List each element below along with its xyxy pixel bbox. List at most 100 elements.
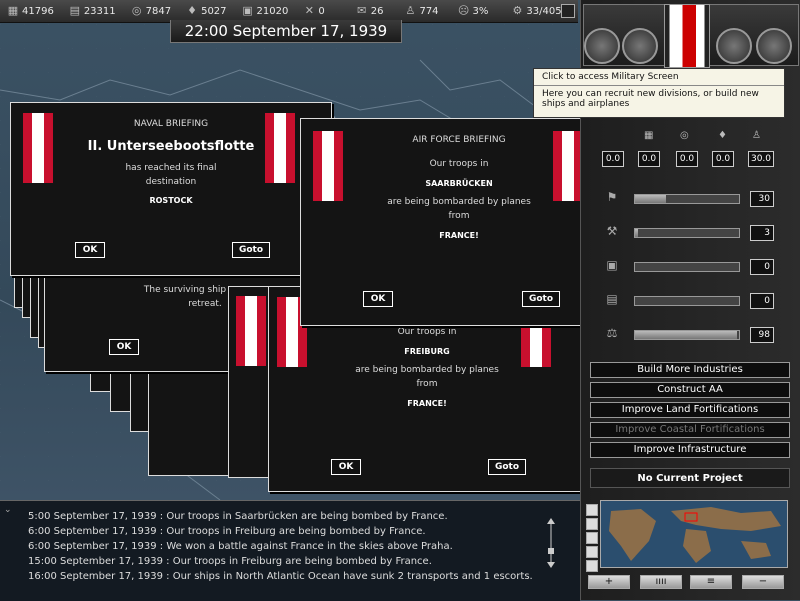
resource-steel: ▤ 23311 [69, 4, 116, 17]
stat-icon: ▦ [644, 130, 654, 141]
germany-flag-icon [236, 296, 266, 366]
consumer-goods-icon: ⚖ [606, 326, 618, 340]
goto-button[interactable]: Goto [488, 459, 526, 475]
resource-ic: ⚙ 33/405 [510, 4, 561, 18]
construct-aa-button[interactable]: Construct AA [590, 382, 790, 398]
popup-text: are being bombarded by planes [355, 365, 499, 375]
stat-field: 0.0 [712, 151, 734, 167]
map-filter-checkbox[interactable] [586, 532, 598, 544]
slider-production[interactable] [634, 296, 740, 306]
goto-button[interactable]: Goto [232, 242, 270, 258]
dissent-icon: ☹ [457, 4, 470, 17]
map-filter-checkbox[interactable] [586, 560, 598, 572]
production-icon: ▤ [606, 292, 618, 306]
slider-upgrades[interactable] [634, 194, 740, 204]
popup-text: from [416, 379, 438, 389]
log-line: 16:00 September 17, 1939 : Our ships in … [28, 571, 533, 582]
ok-button[interactable]: OK [363, 291, 393, 307]
event-log: ⌄ 5:00 September 17, 1939 : Our troops i… [0, 500, 580, 601]
money-icon: ✉ [357, 4, 367, 17]
military-screen-icon[interactable] [622, 28, 658, 64]
resource-supplies: ▣ 21020 [242, 4, 289, 17]
ic-icon: ⚙ [512, 4, 523, 17]
air-force-briefing-popup: AIR FORCE BRIEFING Our troops in SAARBRÜ… [300, 118, 618, 326]
log-line: 6:00 September 17, 1939 : Our troops in … [28, 526, 426, 537]
tooltip-title: Click to access Military Screen [534, 69, 784, 86]
minimap-continents [609, 507, 781, 563]
resource-money: ✉ 26 [355, 4, 383, 18]
map-filter-checkbox[interactable] [586, 518, 598, 530]
slider-consumer-goods[interactable] [634, 330, 740, 340]
popup-title: NAVAL BRIEFING [133, 119, 209, 129]
diplomacy-screen-icon[interactable] [584, 28, 620, 64]
rubber-icon: ◎ [131, 4, 142, 17]
map-filter-checkbox[interactable] [586, 504, 598, 516]
stat-field: 0.0 [676, 151, 698, 167]
transport-icon: ✕ [304, 4, 314, 17]
zoom-out-button[interactable]: − [742, 575, 784, 589]
ok-button[interactable]: OK [331, 459, 361, 475]
resource-manpower: ♙ 774 [403, 4, 439, 18]
build-industries-button[interactable]: Build More Industries [590, 362, 790, 378]
location-name: SAARBRÜCKEN [425, 179, 493, 188]
tooltip: Click to access Military Screen Here you… [533, 68, 785, 118]
minimap[interactable] [600, 500, 788, 568]
collapse-log-icon[interactable]: ⌄ [4, 505, 12, 515]
stat-icon: ◎ [680, 130, 689, 141]
resource-transport: ✕ 0 [302, 4, 325, 18]
popup-text: from [448, 211, 470, 221]
goto-button[interactable]: Goto [522, 291, 560, 307]
improve-infrastructure-button[interactable]: Improve Infrastructure [590, 442, 790, 458]
location-name: FREIBURG [404, 347, 450, 356]
popup-text: destination [145, 177, 197, 187]
steel-icon: ▤ [69, 4, 81, 17]
popup-title: AIR FORCE BRIEFING [412, 135, 506, 145]
oil-icon: ♦ [718, 130, 727, 141]
popup-text: has reached its final [125, 163, 217, 173]
slider-value: 98 [750, 327, 774, 343]
manpower-icon: ♙ [405, 4, 416, 17]
resource-dissent: ☹ 3% [457, 4, 489, 17]
clock-toggle-button[interactable] [561, 4, 575, 18]
popup-text: are being bombarded by planes [387, 197, 531, 207]
location-name: ROSTOCK [149, 196, 193, 205]
log-line: 5:00 September 17, 1939 : Our troops in … [28, 511, 448, 522]
game-clock: 22:00 September 17, 1939 [170, 20, 402, 43]
resource-coal: ▦ 41796 [7, 4, 54, 17]
slider-value: 30 [750, 191, 774, 207]
improve-coastal-fortifications-button[interactable]: Improve Coastal Fortifications [590, 422, 790, 438]
ok-button[interactable]: OK [75, 242, 105, 258]
stat-field: 30.0 [748, 151, 774, 167]
technology-screen-icon[interactable] [756, 28, 792, 64]
slider-supplies[interactable] [634, 262, 740, 272]
slider-value: 3 [750, 225, 774, 241]
supply-icon: ▣ [606, 258, 618, 272]
ok-button[interactable]: OK [109, 339, 139, 355]
manpower-icon: ♙ [752, 130, 761, 141]
slider-value: 0 [750, 293, 774, 309]
upgrade-icon: ⚑ [606, 190, 618, 204]
reinforce-icon: ⚒ [606, 224, 618, 238]
naval-briefing-popup: NAVAL BRIEFING II. Unterseebootsflotte h… [10, 102, 332, 276]
log-line: 15:00 September 17, 1939 : Our troops in… [28, 556, 432, 567]
oil-icon: ♦ [187, 4, 198, 17]
resource-rubber: ◎ 7847 [130, 4, 171, 18]
tooltip-body: Here you can recruit new divisions, or b… [542, 89, 759, 109]
improve-land-fortifications-button[interactable]: Improve Land Fortifications [590, 402, 790, 418]
zoom-in-button[interactable]: + [588, 575, 630, 589]
nation-flag-icon[interactable] [664, 4, 710, 68]
slider-value: 0 [750, 259, 774, 275]
log-scrollbar[interactable] [546, 518, 556, 568]
current-project-status: No Current Project [590, 468, 790, 488]
slider-fill [635, 229, 639, 237]
slider-reinforcement[interactable] [634, 228, 740, 238]
coal-icon: ▦ [7, 4, 19, 17]
supplies-icon: ▣ [242, 4, 253, 17]
map-filter-checkbox[interactable] [586, 546, 598, 558]
map-mode-button[interactable]: ıııı [640, 575, 682, 589]
map-mode-button[interactable]: ≡ [690, 575, 732, 589]
resource-oil: ♦ 5027 [185, 4, 226, 18]
enemy-name: FRANCE! [407, 399, 447, 408]
enemy-name: FRANCE! [439, 231, 479, 240]
production-screen-icon[interactable] [716, 28, 752, 64]
